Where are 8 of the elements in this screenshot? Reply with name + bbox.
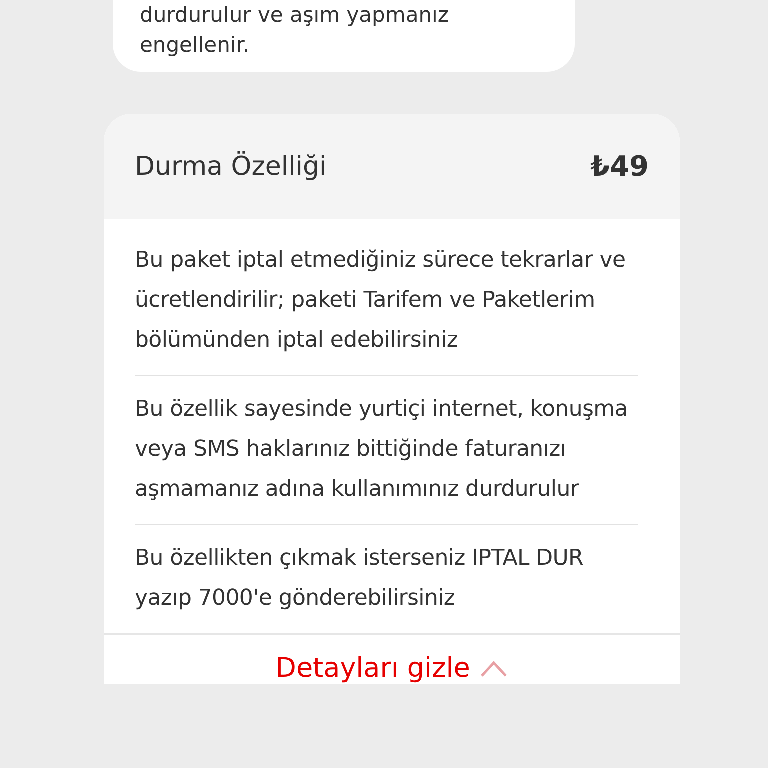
feature-title: Durma Özelliği <box>135 152 327 182</box>
hide-details-link[interactable]: Detayları gizle <box>276 653 508 684</box>
feature-description: Bu özellikten çıkmak isterseniz IPTAL DUR yazıp 7000'e gönderebilirsiniz <box>135 545 585 613</box>
chevron-icon <box>480 660 508 678</box>
feature-price: ₺49 <box>590 150 649 183</box>
description-text: durdurulur ve aşım yapmanız engellenir. <box>140 2 450 59</box>
feature-description: Bu paket iptal etmediğiniz sürece tekrarlar ve ücretlendirilir; paketi Tarifem ve Paketlerim bölümünden iptal edebilirsiniz <box>135 227 638 376</box>
feature-description: Bu özellik sayesinde yurtiçi internet, konuşma veya SMS haklarınız bittiğinde faturanızı aşmamanız adına kullanımınız durdurulur <box>135 376 638 525</box>
